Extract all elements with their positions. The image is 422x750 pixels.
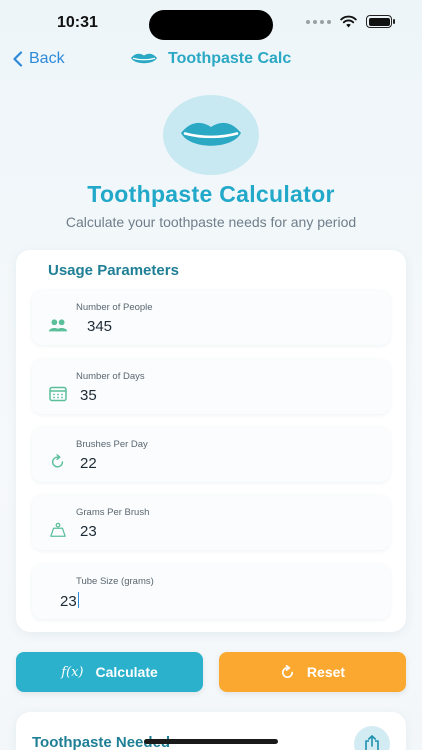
- app-screen: 10:31 Back Toothpaste Calc Toothpaste Ca…: [0, 0, 422, 750]
- page-title: Toothpaste Calculator: [87, 181, 335, 207]
- field-label: Tube Size (grams): [76, 576, 154, 587]
- field-label: Number of People: [76, 302, 153, 313]
- back-button[interactable]: Back: [12, 50, 65, 68]
- status-time: 10:31: [57, 14, 98, 31]
- field-label: Brushes Per Day: [76, 439, 148, 450]
- lips-icon: [131, 53, 157, 64]
- calculate-button[interactable]: f(x) Calculate: [16, 652, 203, 692]
- reset-label: Reset: [306, 664, 346, 680]
- usage-parameters-card: Usage Parameters Number of People 345 Nu…: [16, 250, 406, 632]
- hero-badge: [163, 95, 259, 175]
- days-input[interactable]: 35: [80, 387, 97, 404]
- reset-button[interactable]: Reset: [219, 652, 406, 692]
- back-label: Back: [29, 50, 65, 67]
- field-label: Number of Days: [76, 371, 145, 382]
- brushes-input[interactable]: 22: [80, 455, 97, 472]
- status-bar: 10:31: [0, 0, 422, 46]
- weight-icon: [50, 522, 66, 537]
- card-title: Usage Parameters: [48, 262, 179, 279]
- brushes-field[interactable]: Brushes Per Day 22: [32, 427, 390, 482]
- nav-title-group: Toothpaste Calc: [130, 50, 291, 68]
- calendar-icon: [49, 386, 67, 402]
- people-icon: [48, 319, 68, 332]
- battery-icon: [366, 15, 395, 28]
- toothpaste-needed-card: Toothpaste Needed: [16, 712, 406, 750]
- nav-bar: Back Toothpaste Calc: [0, 46, 422, 76]
- grams-field[interactable]: Grams Per Brush 23: [32, 495, 390, 550]
- people-input[interactable]: 345: [87, 318, 112, 335]
- lips-icon: [181, 122, 241, 146]
- field-label: Grams Per Brush: [76, 507, 150, 518]
- status-icons: [306, 15, 395, 28]
- cellular-signal-icon: [306, 19, 331, 24]
- grams-input[interactable]: 23: [80, 523, 97, 540]
- tube-size-input[interactable]: 23: [60, 592, 80, 610]
- days-field[interactable]: Number of Days 35: [32, 359, 390, 414]
- dynamic-island: [149, 10, 273, 40]
- people-field[interactable]: Number of People 345: [32, 290, 390, 345]
- page-subtitle: Calculate your toothpaste needs for any …: [65, 214, 357, 230]
- tube-size-field[interactable]: Tube Size (grams) 23: [32, 564, 390, 619]
- tube-size-value: 23: [60, 593, 77, 610]
- text-cursor: [77, 592, 80, 608]
- wifi-icon: [340, 15, 357, 28]
- calculate-label: Calculate: [95, 664, 158, 680]
- refresh-icon: [52, 454, 64, 468]
- share-icon: [365, 735, 379, 750]
- home-indicator[interactable]: [144, 739, 278, 744]
- reset-icon: [281, 664, 293, 678]
- nav-title: Toothpaste Calc: [168, 50, 292, 67]
- share-button[interactable]: [354, 726, 390, 750]
- chevron-left-icon: [13, 51, 23, 67]
- function-icon: f(x): [61, 664, 84, 680]
